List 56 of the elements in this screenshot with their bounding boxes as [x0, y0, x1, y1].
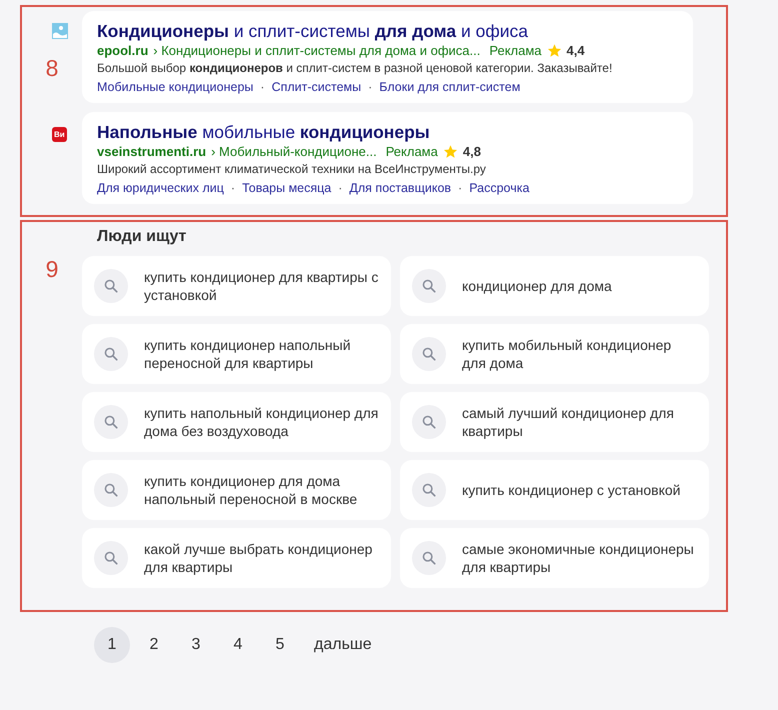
search-icon	[422, 347, 436, 361]
search-icon	[104, 483, 118, 497]
ad-title-link[interactable]: Напольные мобильные кондиционеры	[97, 121, 677, 143]
ad-label: Реклама	[386, 144, 438, 159]
star-icon	[546, 43, 562, 58]
sitelink[interactable]: Товары месяца	[242, 181, 332, 195]
sitelink[interactable]: Сплит-системы	[272, 80, 362, 94]
sitelink[interactable]: Мобильные кондиционеры	[97, 80, 254, 94]
query-suggestion[interactable]: кондиционер для дома	[400, 256, 709, 316]
search-icon	[104, 415, 118, 429]
section-title: Люди ищут	[97, 228, 188, 246]
sitelink[interactable]: Рассрочка	[469, 181, 530, 195]
rating-value: 4,4	[566, 43, 585, 58]
separator-dot: ·	[458, 181, 462, 195]
page-button[interactable]: 5	[262, 627, 298, 663]
search-icon	[422, 483, 436, 497]
page-button[interactable]: 2	[136, 627, 172, 663]
breadcrumb-link[interactable]: › Кондиционеры и сплит-системы для дома и офиса...	[153, 43, 480, 58]
query-suggestion[interactable]: самые экономичные кондиционеры для квартиры	[400, 528, 709, 588]
ad-title-link[interactable]: Кондиционеры и сплит-системы для дома и офиса	[97, 20, 677, 42]
search-icon	[422, 551, 436, 565]
query-suggestion[interactable]: купить кондиционер для дома напольный переносной в москве	[82, 460, 391, 520]
sitelink[interactable]: Для юридических лиц	[97, 181, 224, 195]
star-icon	[442, 144, 458, 159]
query-suggestion[interactable]: купить кондиционер с установкой	[400, 460, 709, 520]
domain-link[interactable]: epool.ru	[97, 43, 148, 58]
search-icon	[422, 279, 436, 293]
next-page-link[interactable]: дальше	[308, 627, 378, 663]
page-button[interactable]: 4	[220, 627, 256, 663]
page-button[interactable]: 3	[178, 627, 214, 663]
favicon-icon: Ви	[52, 127, 67, 142]
sitelink[interactable]: Для поставщиков	[349, 181, 452, 195]
breadcrumb-link[interactable]: › Мобильный-кондиционе...	[211, 144, 377, 159]
separator-dot: ·	[230, 181, 236, 195]
separator-dot: ·	[260, 80, 265, 94]
separator-dot: ·	[368, 80, 372, 94]
ad-description: Широкий ассортимент климатической техники на ВсеИнструменты.ру	[97, 162, 487, 176]
search-icon	[104, 347, 118, 361]
page-button[interactable]: 1	[94, 627, 130, 663]
query-suggestion[interactable]: купить мобильный кондиционер для дома	[400, 324, 709, 384]
search-icon	[104, 551, 118, 565]
separator-dot: ·	[338, 181, 342, 195]
query-suggestion[interactable]: купить кондиционер для квартиры с установкой	[82, 256, 391, 316]
favicon-icon	[52, 23, 68, 39]
annotation-number: 9	[46, 256, 58, 284]
search-icon	[104, 279, 118, 293]
ad-description: Большой выбор кондиционеров и сплит-систем в разной ценовой категории. Заказывайте!	[97, 61, 614, 75]
rating-value: 4,8	[462, 144, 481, 159]
query-suggestion[interactable]: какой лучше выбрать кондиционер для квартиры	[82, 528, 391, 588]
sitelink[interactable]: Блоки для сплит-систем	[379, 80, 520, 94]
query-suggestion[interactable]: купить напольный кондиционер для дома без воздуховода	[82, 392, 391, 452]
ad-label: Реклама	[489, 43, 542, 58]
query-suggestion[interactable]: купить кондиционер напольный переносной для квартиры	[82, 324, 391, 384]
search-icon	[422, 415, 436, 429]
query-suggestion[interactable]: самый лучший кондиционер для квартиры	[400, 392, 709, 452]
domain-link[interactable]: vseinstrumenti.ru	[97, 144, 206, 159]
